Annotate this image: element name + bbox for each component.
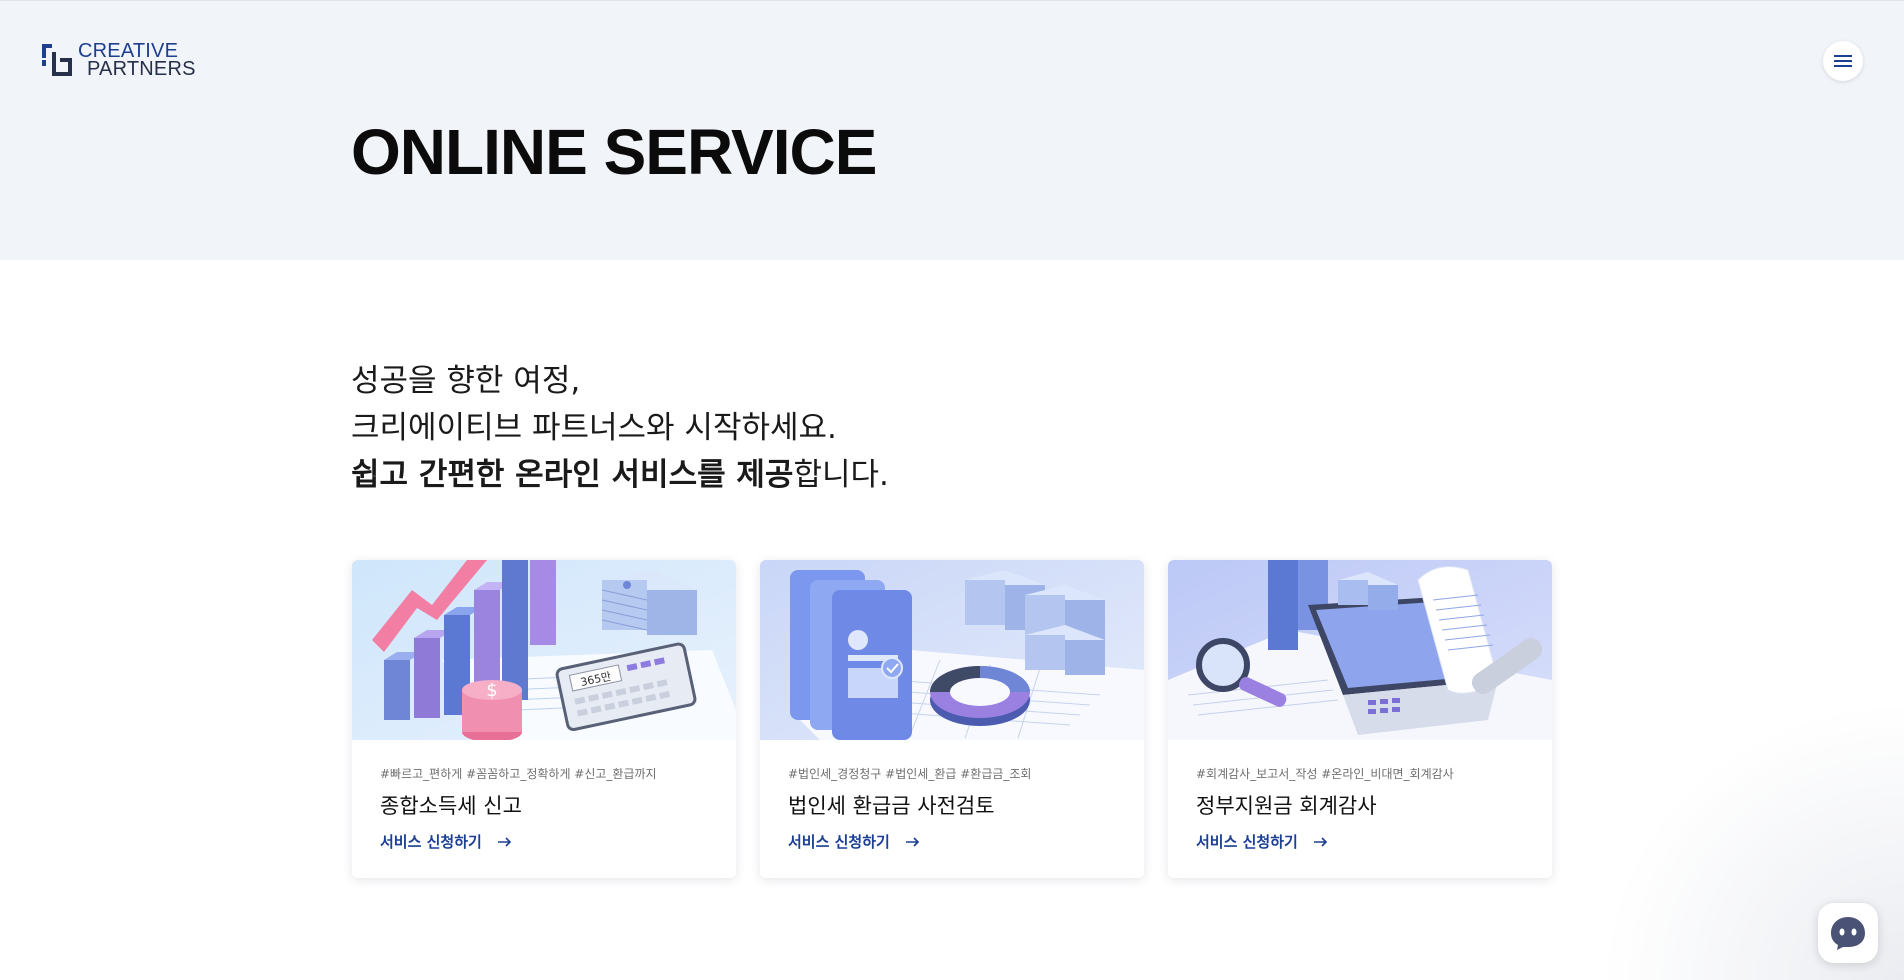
intro-line-3-bold: 쉽고 간편한 온라인 서비스를 제공 [351,457,794,493]
apply-service-label: 서비스 신청하기 [1196,833,1298,851]
arrow-right-icon [497,836,511,847]
card-title: 정부지원금 회계감사 [1196,794,1377,818]
apply-service-link[interactable]: 서비스 신청하기 [788,831,920,852]
hero-banner: CREATIVE PARTNERS ONLINE SERVICE [0,0,1904,260]
chat-button[interactable] [1818,903,1878,963]
apply-service-label: 서비스 신청하기 [788,833,890,851]
card-tags: #빠르고_편하게 #꼼꼼하고_정확하게 #신고_환급까지 [380,767,657,781]
svg-text:$: $ [486,680,497,701]
hamburger-menu-icon [1834,55,1852,67]
apply-service-label: 서비스 신청하기 [380,833,482,851]
creative-partners-logo[interactable]: CREATIVE PARTNERS [40,41,196,80]
page-title: ONLINE SERVICE [351,116,877,188]
card-title: 법인세 환급금 사전검토 [788,794,995,818]
service-card-corporate-refund[interactable]: #법인세_경정청구 #법인세_환급 #환급금_조회 법인세 환급금 사전검토 서… [760,560,1144,878]
service-card-subsidy-audit[interactable]: #회계감사_보고서_작성 #온라인_비대면_회계감사 정부지원금 회계감사 서비… [1168,560,1552,878]
card-tags: #회계감사_보고서_작성 #온라인_비대면_회계감사 [1196,767,1454,781]
service-card-list: $ 365만 #빠르고_편하게 #꼼꼼하고_정확하게 #신고_환급까지 종합소득… [352,560,1552,878]
intro-line-3-rest: 합니다. [793,457,889,493]
card-tags: #법인세_경정청구 #법인세_환급 #환급금_조회 [788,767,1032,781]
audit-laptop-illustration [1168,560,1552,740]
apply-service-link[interactable]: 서비스 신청하기 [1196,831,1328,852]
arrow-right-icon [1313,836,1327,847]
service-card-income-tax[interactable]: $ 365만 #빠르고_편하게 #꼼꼼하고_정확하게 #신고_환급까지 종합소득… [352,560,736,878]
logo-line2: PARTNERS [87,58,196,80]
apply-service-link[interactable]: 서비스 신청하기 [380,831,512,852]
chat-bot-icon [1831,917,1865,950]
refund-documents-illustration [760,560,1144,740]
intro-line-2: 크리에이티브 파트너스와 시작하세요. [351,410,837,446]
card-title: 종합소득세 신고 [380,794,522,818]
arrow-right-icon [905,836,919,847]
intro-line-1: 성공을 향한 여정, [351,363,581,399]
logo-wordmark: CREATIVE PARTNERS [78,41,196,80]
logo-mark-icon [42,44,72,76]
intro-line-3: 쉽고 간편한 온라인 서비스를 제공합니다. [351,452,889,499]
menu-button[interactable] [1823,41,1863,81]
intro-heading: 성공을 향한 여정, 크리에이티브 파트너스와 시작하세요. 쉽고 간편한 온라… [351,358,889,499]
tax-chart-calculator-illustration: $ 365만 [352,560,736,740]
